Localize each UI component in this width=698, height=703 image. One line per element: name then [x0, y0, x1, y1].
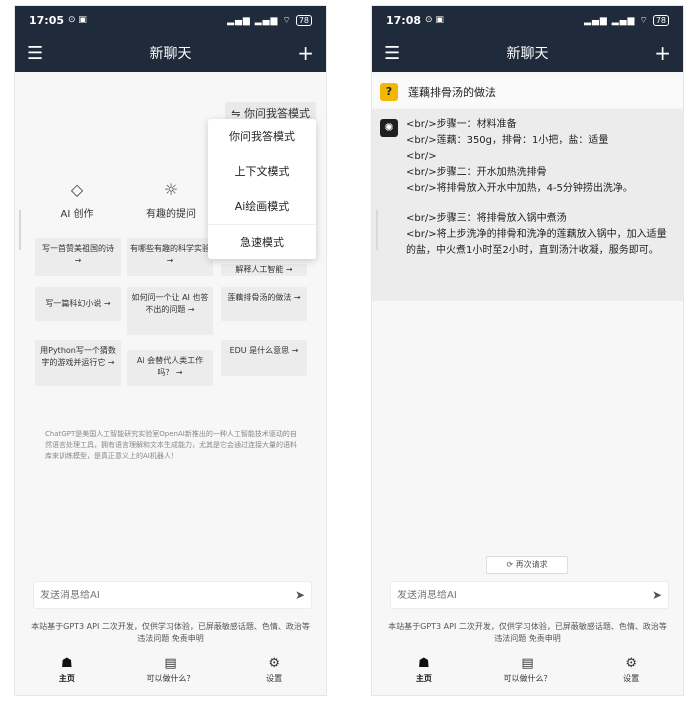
page-title: 新聊天	[149, 46, 192, 62]
mode-dropdown: 你问我答模式 上下文模式 Ai绘画模式 急速模式	[208, 119, 316, 259]
prompt-card[interactable]: 用Python写一个猜数字的游戏并运行它 →	[35, 340, 121, 386]
mode-option-context[interactable]: 上下文模式	[208, 154, 316, 189]
app-bar: ☰ 新聊天 +	[372, 34, 683, 72]
nav-label: 可以做什么？	[503, 674, 552, 683]
feature-ai-create[interactable]: ◇ AI 创作	[29, 180, 125, 220]
nav-label: 主页	[58, 674, 75, 683]
answer-line: <br/>将上步洗净的排骨和洗净的莲藕放入锅中，加入适量的盐，中火煮1小时至2小…	[406, 229, 667, 256]
gear-icon: ⚙	[268, 656, 280, 671]
mode-option-fast[interactable]: 急速模式	[208, 224, 316, 259]
menu-icon[interactable]: ☰	[27, 43, 51, 64]
mode-option-ai-draw[interactable]: Ai绘画模式	[208, 189, 316, 224]
retry-button[interactable]: ⟳ 再次请求	[486, 556, 568, 574]
status-icons: ⊙ ▣	[68, 15, 87, 25]
user-message-text: 莲藕排骨汤的做法	[408, 86, 496, 99]
chat-box-icon: ▤	[521, 656, 534, 671]
nav-settings[interactable]: ⚙ 设置	[579, 656, 683, 695]
answer-line: <br/>将排骨放入开水中加热，4-5分钟捞出洗净。	[406, 183, 633, 194]
battery-icon: 78	[652, 14, 669, 26]
signal-icon: ▂▄▆ ▂▄▆ ⌔	[584, 15, 649, 26]
ai-message: ✺ <br/>步骤一：材料准备 <br/>莲藕：350g，排骨：1小把，盐：适量…	[372, 109, 683, 301]
user-message: ? 莲藕排骨汤的做法	[372, 77, 683, 107]
user-avatar-icon: ?	[380, 83, 398, 101]
message-input[interactable]	[40, 589, 295, 601]
status-icons: ⊙ ▣	[425, 15, 444, 25]
prompt-card[interactable]: 如何问一个让 AI 也答不出的问题 →	[127, 287, 213, 335]
gear-icon: ⚙	[625, 656, 637, 671]
bottom-nav: ☗ 主页 ▤ 可以做什么？ ⚙ 设置	[15, 656, 326, 695]
intro-text: ChatGPT是美国人工智能研究实验室OpenAI新推出的一种人工智能技术驱动的…	[45, 430, 297, 460]
signal-icon: ▂▄▆ ▂▄▆ ⌔	[227, 15, 292, 26]
message-input-bar: ➤	[33, 581, 312, 609]
status-bar: 17:05 ⊙ ▣ ▂▄▆ ▂▄▆ ⌔ 78	[15, 6, 326, 34]
new-chat-plus-icon[interactable]: +	[647, 41, 671, 65]
disclaimer-text: 本站基于GPT3 API 二次开发，仅供学习体验，已屏蔽敏感话题、色情、政治等违…	[388, 622, 667, 643]
chat-box-icon: ▤	[164, 656, 177, 671]
status-bar: 17:08 ⊙ ▣ ▂▄▆ ▂▄▆ ⌔ 78	[372, 6, 683, 34]
nav-label: 设置	[623, 674, 640, 683]
answer-line: <br/>步骤一：材料准备	[406, 119, 517, 130]
status-time: 17:05	[29, 13, 65, 27]
feature-label: 有趣的提问	[146, 209, 196, 220]
feature-fun-questions[interactable]: ☼ 有趣的提问	[123, 180, 219, 220]
layers-icon: ◇	[70, 180, 84, 199]
new-chat-plus-icon[interactable]: +	[290, 41, 314, 65]
scroll-indicator	[19, 210, 21, 250]
nav-label: 可以做什么？	[146, 674, 195, 683]
phone-screen-home: 17:05 ⊙ ▣ ▂▄▆ ▂▄▆ ⌔ 78 ☰ 新聊天 + ⇋ 你问我答模式 …	[14, 5, 327, 696]
message-input-bar: ➤	[390, 581, 669, 609]
nav-label: 主页	[415, 674, 432, 683]
disclaimer-text: 本站基于GPT3 API 二次开发，仅供学习体验，已屏蔽敏感话题、色情、政治等违…	[31, 622, 310, 643]
mode-option-qa[interactable]: 你问我答模式	[208, 119, 316, 154]
prompt-card[interactable]: 有哪些有趣的科学实验 →	[127, 238, 213, 276]
answer-line: <br/>步骤三：将排骨放入锅中煮汤	[406, 213, 567, 224]
lightbulb-icon: ☼	[163, 180, 179, 199]
prompt-card[interactable]: EDU 是什么意思 →	[221, 340, 307, 376]
prompt-card[interactable]: 写一首赞美祖国的诗 →	[35, 238, 121, 276]
send-icon[interactable]: ➤	[652, 588, 662, 602]
prompt-card[interactable]: Ai 会替代人类工作吗？ →	[127, 350, 213, 386]
prompt-card[interactable]: 写一篇科幻小说 →	[35, 287, 121, 321]
answer-spacer	[406, 197, 675, 211]
app-bar: ☰ 新聊天 +	[15, 34, 326, 72]
menu-icon[interactable]: ☰	[384, 43, 408, 64]
send-icon[interactable]: ➤	[295, 588, 305, 602]
message-input[interactable]	[397, 589, 652, 601]
nav-capabilities[interactable]: ▤ 可以做什么？	[119, 656, 223, 695]
answer-line: <br/>莲藕：350g，排骨：1小把，盐：适量	[406, 135, 609, 146]
nav-capabilities[interactable]: ▤ 可以做什么？	[476, 656, 580, 695]
robot-icon: ☗	[418, 656, 430, 671]
answer-line: <br/>	[406, 151, 437, 162]
phone-screen-chat: 17:08 ⊙ ▣ ▂▄▆ ▂▄▆ ⌔ 78 ☰ 新聊天 + ? 莲藕排骨汤的做…	[371, 5, 684, 696]
answer-line: <br/>步骤二：开水加热洗排骨	[406, 167, 547, 178]
page-title: 新聊天	[506, 46, 549, 62]
robot-icon: ☗	[61, 656, 73, 671]
battery-icon: 78	[295, 14, 312, 26]
prompt-card[interactable]: 莲藕排骨汤的做法 →	[221, 287, 307, 321]
status-time: 17:08	[386, 13, 422, 27]
openai-logo-icon: ✺	[380, 119, 398, 137]
nav-settings[interactable]: ⚙ 设置	[222, 656, 326, 695]
nav-label: 设置	[266, 674, 283, 683]
nav-home[interactable]: ☗ 主页	[372, 656, 476, 695]
nav-home[interactable]: ☗ 主页	[15, 656, 119, 695]
feature-label: AI 创作	[60, 209, 94, 220]
bottom-nav: ☗ 主页 ▤ 可以做什么？ ⚙ 设置	[372, 656, 683, 695]
scroll-indicator	[376, 210, 378, 250]
prompt-card[interactable]: 解释人工智能 →	[221, 264, 307, 276]
